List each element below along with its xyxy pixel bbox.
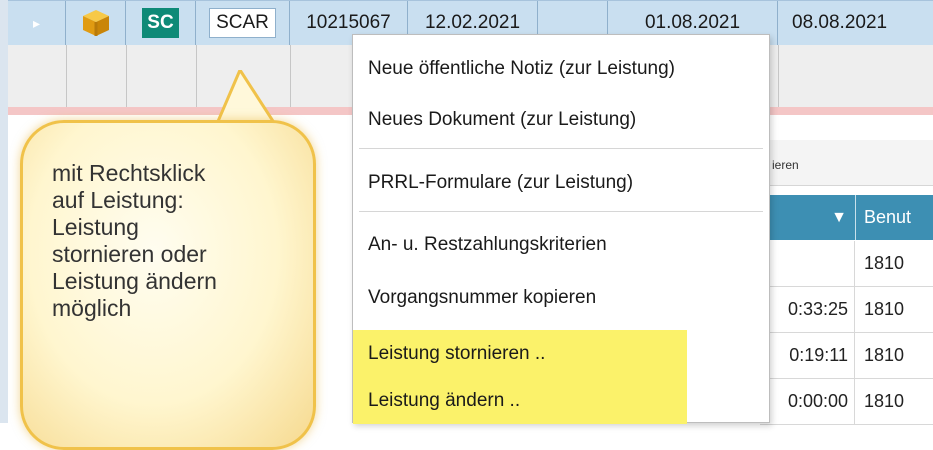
row-expander[interactable]: ▸	[8, 1, 66, 45]
callout-line: Leistung	[52, 214, 139, 240]
time-cell: 0:00:00	[760, 379, 855, 424]
table-row[interactable]: 0:00:00 1810	[760, 379, 933, 425]
end-date-cell: 08.08.2021	[792, 12, 888, 33]
table-row[interactable]: 0:19:11 1810	[760, 333, 933, 379]
context-menu: Neue öffentliche Notiz (zur Leistung) Ne…	[352, 34, 770, 424]
callout-line: auf Leistung:	[52, 187, 184, 213]
time-column-header[interactable]: ▼	[760, 195, 856, 240]
menu-item-restzahlungskriterien[interactable]: An- u. Restzahlungskriterien	[353, 225, 769, 265]
callout-line: Leistung ändern	[52, 268, 217, 294]
menu-item-neue-notiz[interactable]: Neue öffentliche Notiz (zur Leistung)	[353, 49, 769, 89]
sc-cell: SC	[126, 1, 196, 45]
package-box-icon	[82, 10, 109, 36]
menu-item-neues-dokument[interactable]: Neues Dokument (zur Leistung)	[353, 100, 769, 140]
menu-item-leistung-stornieren[interactable]: Leistung stornieren ..	[353, 330, 687, 378]
table-row[interactable]: 0:33:25 1810	[760, 287, 933, 333]
grid-line	[778, 45, 779, 107]
user-cell: 1810	[864, 391, 905, 411]
time-cell: 0:33:25	[760, 287, 855, 332]
menu-item-leistung-aendern[interactable]: Leistung ändern ..	[353, 378, 687, 424]
sc-badge: SC	[142, 8, 179, 38]
menu-item-vorgangsnummer-kopieren[interactable]: Vorgangsnummer kopieren	[353, 278, 769, 318]
time-cell	[760, 241, 855, 286]
user-cell: 1810	[864, 299, 905, 319]
user-cell: 1810	[864, 253, 905, 273]
background-toolbar: ieren	[760, 140, 933, 186]
callout-text: mit Rechtsklick auf Leistung: Leistung s…	[52, 160, 292, 322]
filter-icon[interactable]: ▼	[831, 209, 847, 227]
time-cell: 0:19:11	[760, 333, 855, 378]
benutzer-column-header[interactable]: Benut	[856, 195, 933, 240]
callout-line: möglich	[52, 295, 132, 321]
menu-separator	[359, 211, 763, 212]
callout-bubble: mit Rechtsklick auf Leistung: Leistung s…	[20, 70, 320, 450]
code-value: SCAR	[209, 8, 276, 38]
menu-item-prrl-formulare[interactable]: PRRL-Formulare (zur Leistung)	[353, 163, 769, 203]
callout-line: mit Rechtsklick	[52, 160, 206, 186]
background-table-header: ▼ Benut	[760, 195, 933, 240]
package-cell	[66, 1, 126, 45]
table-row[interactable]: 1810	[760, 241, 933, 287]
user-cell: 1810	[864, 345, 905, 365]
triangle-right-icon[interactable]: ▸	[33, 15, 40, 32]
code-cell: SCAR	[196, 1, 290, 45]
menu-separator	[359, 148, 763, 149]
toolbar-text: ieren	[772, 158, 799, 172]
callout-line: stornieren oder	[52, 241, 207, 267]
